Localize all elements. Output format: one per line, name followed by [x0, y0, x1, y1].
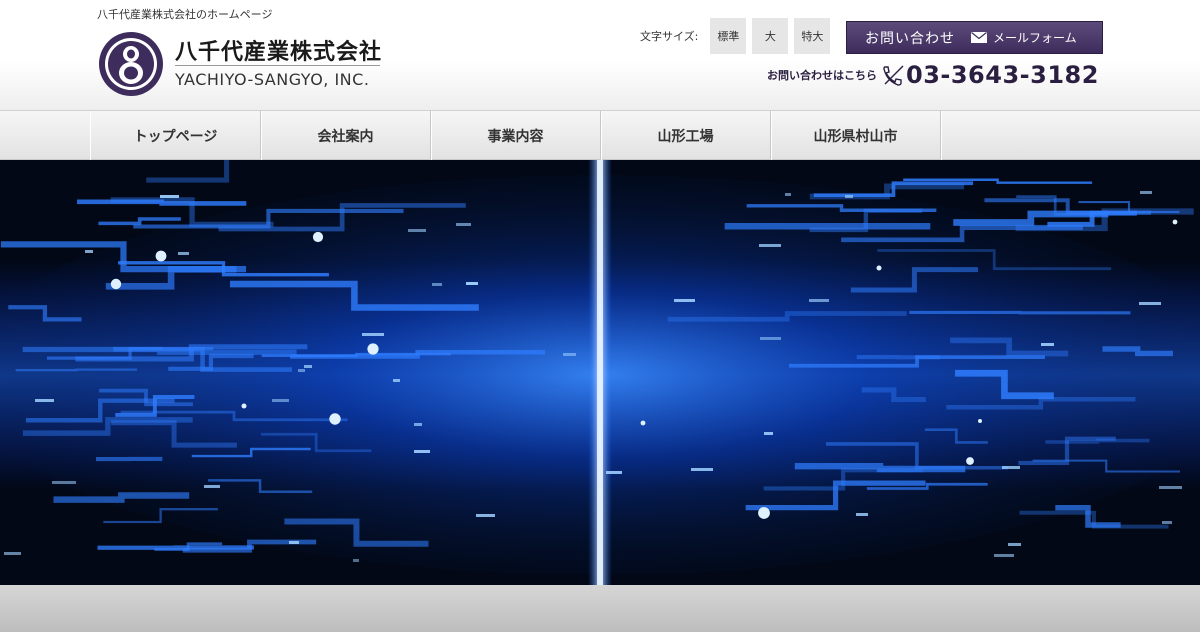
logo-divider: [175, 65, 380, 66]
nav-list: トップページ 会社案内 事業内容 山形工場 山形県村山市: [90, 111, 941, 160]
site-header: 八千代産業株式会社のホームページ 八千代産業株式会社 YACHIYO-SANGY…: [0, 0, 1200, 110]
nav-item-top[interactable]: トップページ: [91, 111, 261, 160]
font-size-xlarge-button[interactable]: 特大: [794, 18, 831, 54]
font-size-switcher: 文字サイズ: 標準 大 特大: [640, 18, 831, 54]
footer-band: [0, 585, 1200, 632]
font-size-large-button[interactable]: 大: [752, 18, 789, 54]
nav-item-yamagata-factory[interactable]: 山形工場: [601, 111, 771, 160]
logo-name-en: YACHIYO-SANGYO, INC.: [175, 70, 370, 89]
contact-form-label: メールフォーム: [993, 31, 1077, 45]
contact-label: お問い合わせ: [865, 30, 955, 47]
nav-item-company[interactable]: 会社案内: [261, 111, 431, 160]
phone-contact: お問い合わせはこちら 03-3643-3182: [767, 60, 1099, 90]
phone-number[interactable]: 03-3643-3182: [906, 61, 1099, 89]
hero-circuit-image: [0, 160, 1200, 585]
nav-item-murayama-city[interactable]: 山形県村山市: [771, 111, 941, 160]
font-size-normal-button[interactable]: 標準: [710, 18, 747, 54]
site-logo[interactable]: 八千代産業株式会社 YACHIYO-SANGYO, INC.: [97, 30, 397, 102]
logo-mark-icon: [99, 32, 163, 96]
site-tagline: 八千代産業株式会社のホームページ: [97, 8, 273, 21]
global-nav: トップページ 会社案内 事業内容 山形工場 山形県村山市: [0, 110, 1200, 160]
nav-item-business[interactable]: 事業内容: [431, 111, 601, 160]
phone-icon: [883, 65, 904, 86]
contact-button[interactable]: お問い合わせ メールフォーム: [846, 21, 1103, 54]
mail-icon: [971, 32, 987, 43]
phone-caption: お問い合わせはこちら: [767, 69, 877, 82]
logo-name-jp: 八千代産業株式会社: [175, 40, 383, 65]
hero-banner: [0, 160, 1200, 585]
font-size-label: 文字サイズ:: [640, 30, 699, 43]
